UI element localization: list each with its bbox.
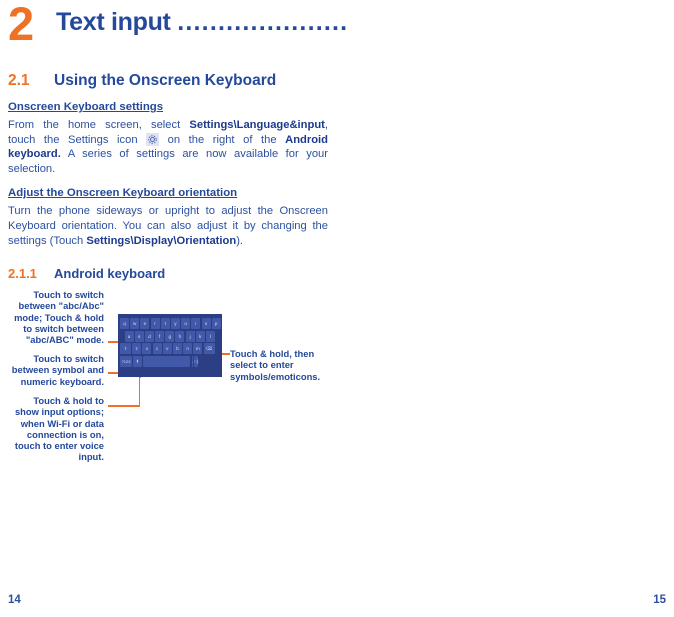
key-u[interactable]: u <box>181 318 191 330</box>
chapter-title: Text input ..................... <box>56 8 349 36</box>
key-d[interactable]: d <box>144 330 154 342</box>
subsection-title: Android keyboard <box>54 266 166 282</box>
key-w[interactable]: w <box>130 318 140 330</box>
chapter-heading-2: 2 Text input ..................... <box>8 0 347 56</box>
key-s[interactable]: s <box>134 330 144 342</box>
page-number-left: 14 <box>8 594 21 606</box>
key-a[interactable]: a <box>124 330 134 342</box>
section-title: Using the Onscreen Keyboard <box>54 72 277 89</box>
key-l[interactable]: l <box>206 330 215 342</box>
keyboard-row-4: ?123 . :-) <box>120 356 200 368</box>
subsection-heading-2-1-1: 2.1.1 Android keyboard <box>8 266 328 281</box>
key-i[interactable]: i <box>191 318 201 330</box>
key-m[interactable]: m <box>193 343 203 355</box>
key-r[interactable]: r <box>150 318 160 330</box>
section-heading-2-1: 2.1 Using the Onscreen Keyboard <box>8 72 328 90</box>
key-c[interactable]: c <box>152 343 162 355</box>
key-o[interactable]: o <box>201 318 211 330</box>
key-j[interactable]: j <box>185 330 195 342</box>
key-g[interactable]: g <box>165 330 175 342</box>
keyboard-row-2: a s d f g h j k l <box>124 330 217 342</box>
key-b[interactable]: b <box>172 343 182 355</box>
backspace-key[interactable]: ⌫ <box>203 343 215 355</box>
space-key[interactable] <box>143 356 191 368</box>
key-h[interactable]: h <box>175 330 185 342</box>
annotation-switch-case: Touch to switch between "abc/Abc" mode; … <box>14 289 104 345</box>
section-number: 2.1 <box>8 72 30 89</box>
page-number-right: 15 <box>653 594 666 606</box>
annotation-symbols-emoticons: Touch & hold, then select to enter symbo… <box>230 348 321 382</box>
emoticon-key[interactable]: :-) <box>194 356 199 368</box>
android-keyboard-figure: Touch to switch between "abc/Abc" mode; … <box>8 287 328 492</box>
period-key[interactable]: . <box>191 356 193 368</box>
paragraph-keyboard-settings: From the home screen, select Settings\La… <box>8 119 328 175</box>
key-p[interactable]: p <box>211 318 221 330</box>
keyboard-row-1: q w e r t y u i o p <box>120 318 222 330</box>
mic-icon[interactable] <box>133 356 143 368</box>
gear-icon <box>146 132 160 146</box>
right-page: 2.2 Text editing You can edit the text y… <box>337 0 674 617</box>
symbol-key[interactable]: ?123 <box>120 356 132 368</box>
heading-adjust-orientation: Adjust the Onscreen Keyboard orientation <box>8 187 238 200</box>
subsection-number: 2.1.1 <box>8 266 37 282</box>
key-f[interactable]: f <box>155 330 165 342</box>
page-spread: 2 Text input ..................... 2.1 U… <box>0 0 674 617</box>
key-k[interactable]: k <box>195 330 205 342</box>
chapter-dots: ..................... <box>177 8 349 36</box>
key-y[interactable]: y <box>170 318 180 330</box>
annotation-input-options: Touch & hold to show input options; when… <box>14 395 104 463</box>
key-q[interactable]: q <box>120 318 129 330</box>
key-t[interactable]: t <box>160 318 170 330</box>
key-n[interactable]: n <box>183 343 193 355</box>
paragraph-orientation: Turn the phone sideways or upright to ad… <box>8 205 328 247</box>
keyboard-row-3: ⇧ z x c v b n m ⌫ <box>120 343 216 355</box>
key-z[interactable]: z <box>132 343 142 355</box>
key-e[interactable]: e <box>140 318 150 330</box>
key-x[interactable]: x <box>142 343 152 355</box>
chapter-number: 2 <box>8 0 34 50</box>
heading-onscreen-keyboard-settings: Onscreen Keyboard settings <box>8 101 164 113</box>
key-v[interactable]: v <box>162 343 172 355</box>
annotation-switch-symbol: Touch to switch between symbol and numer… <box>11 353 104 387</box>
keyboard-mockup: q w e r t y u i o p a s d f g h j k l ⇧ … <box>118 314 222 378</box>
shift-key[interactable]: ⇧ <box>120 343 131 355</box>
leader-line-input-h <box>108 405 140 407</box>
left-page: 2 Text input ..................... 2.1 U… <box>0 0 347 617</box>
